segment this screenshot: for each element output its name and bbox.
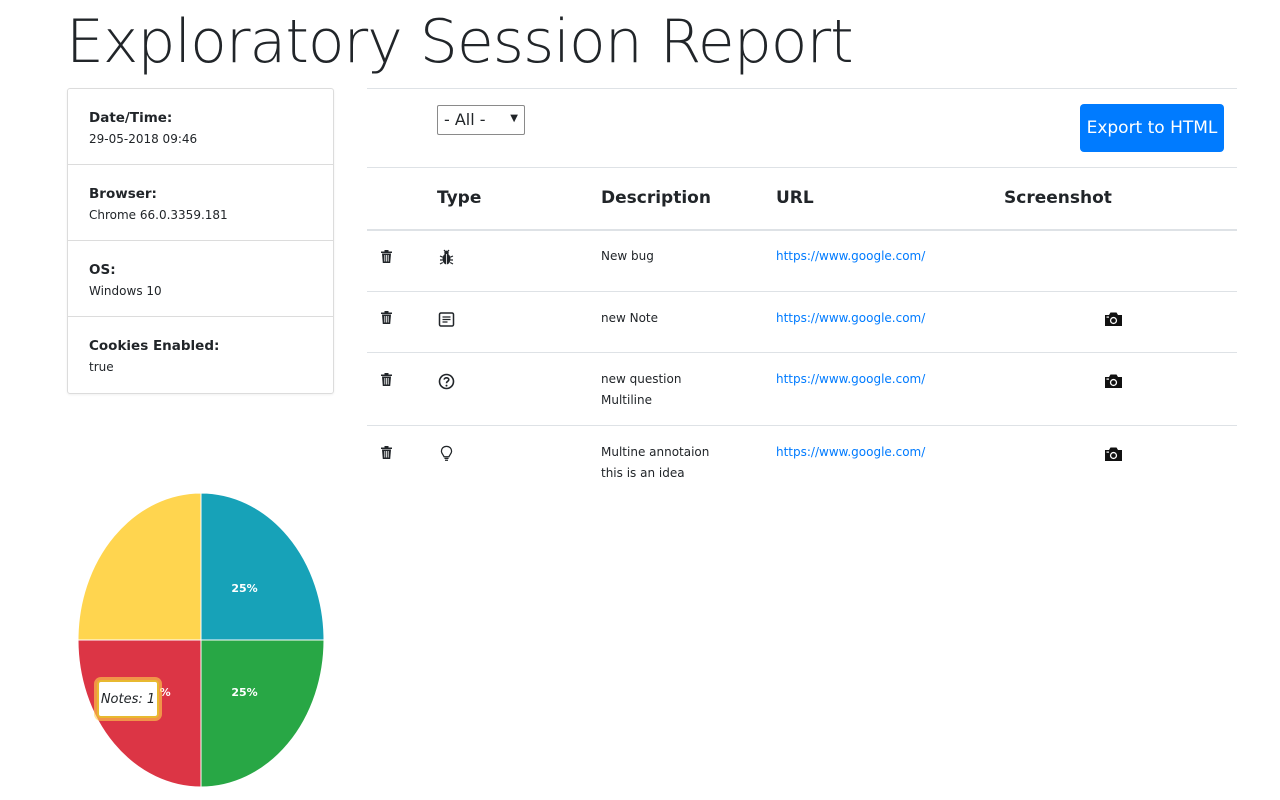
info-label: OS: bbox=[89, 262, 116, 278]
camera-icon[interactable] bbox=[1104, 373, 1123, 389]
description-line: New bug bbox=[601, 249, 654, 263]
export-to-html-button[interactable]: Export to HTML bbox=[1080, 104, 1224, 152]
dropdown-caret-icon: ▼ bbox=[510, 113, 518, 124]
filter-selected-value: - All - bbox=[444, 110, 486, 129]
pie-slice[interactable] bbox=[200, 639, 325, 788]
info-value: Windows 10 bbox=[89, 284, 162, 298]
row-description: New bug bbox=[601, 246, 654, 267]
camera-icon[interactable] bbox=[1104, 446, 1123, 462]
column-header-url[interactable]: URL bbox=[776, 188, 814, 208]
row-url-link[interactable]: https://www.google.com/ bbox=[776, 308, 925, 329]
trash-icon[interactable] bbox=[381, 311, 392, 324]
question-icon bbox=[438, 373, 455, 390]
row-url-link[interactable]: https://www.google.com/ bbox=[776, 369, 925, 390]
pie-slice[interactable] bbox=[200, 492, 325, 641]
description-line: this is an idea bbox=[601, 466, 685, 480]
info-label: Date/Time: bbox=[89, 110, 173, 126]
divider bbox=[367, 352, 1237, 353]
divider bbox=[367, 425, 1237, 426]
pie-tooltip: Notes: 1 bbox=[97, 680, 159, 718]
divider bbox=[367, 291, 1237, 292]
column-header-description[interactable]: Description bbox=[601, 188, 711, 208]
pie-slice[interactable] bbox=[77, 492, 202, 641]
idea-icon bbox=[440, 445, 453, 461]
description-line: new question bbox=[601, 372, 682, 386]
description-line: new Note bbox=[601, 311, 659, 325]
info-value: true bbox=[89, 360, 114, 374]
type-filter-select[interactable]: - All - ▼ bbox=[437, 105, 525, 135]
note-icon bbox=[438, 312, 455, 327]
row-description: new question Multiline bbox=[601, 369, 681, 411]
trash-icon[interactable] bbox=[381, 373, 392, 386]
trash-icon[interactable] bbox=[381, 446, 392, 459]
info-os: OS: Windows 10 bbox=[68, 241, 333, 317]
bug-icon bbox=[439, 249, 454, 265]
row-description: Multine annotaion this is an idea bbox=[601, 442, 709, 484]
row-url-link[interactable]: https://www.google.com/ bbox=[776, 442, 925, 463]
row-description: new Note bbox=[601, 308, 658, 329]
camera-icon[interactable] bbox=[1104, 311, 1123, 327]
pie-chart-svg: 25%25%25% bbox=[77, 492, 325, 788]
row-url-link[interactable]: https://www.google.com/ bbox=[776, 246, 925, 267]
annotation-type-pie-chart: 25%25%25% bbox=[77, 492, 326, 788]
description-line: Multiline bbox=[601, 393, 652, 407]
divider bbox=[367, 167, 1237, 168]
column-header-type[interactable]: Type bbox=[437, 188, 481, 208]
session-info-card: Date/Time: 29-05-2018 09:46 Browser: Chr… bbox=[67, 88, 334, 394]
info-cookies: Cookies Enabled: true bbox=[68, 317, 333, 393]
info-label: Cookies Enabled: bbox=[89, 338, 220, 354]
divider bbox=[367, 229, 1237, 231]
info-value: Chrome 66.0.3359.181 bbox=[89, 208, 228, 222]
info-browser: Browser: Chrome 66.0.3359.181 bbox=[68, 165, 333, 241]
pie-slice-label: 25% bbox=[231, 582, 257, 595]
info-label: Browser: bbox=[89, 186, 157, 202]
pie-slice-label: 25% bbox=[231, 686, 257, 699]
page-title: Exploratory Session Report bbox=[66, 7, 854, 77]
info-datetime: Date/Time: 29-05-2018 09:46 bbox=[68, 89, 333, 165]
column-header-screenshot[interactable]: Screenshot bbox=[1004, 188, 1112, 208]
description-line: Multine annotaion bbox=[601, 445, 710, 459]
divider bbox=[367, 88, 1237, 89]
trash-icon[interactable] bbox=[381, 250, 392, 263]
info-value: 29-05-2018 09:46 bbox=[89, 132, 198, 146]
